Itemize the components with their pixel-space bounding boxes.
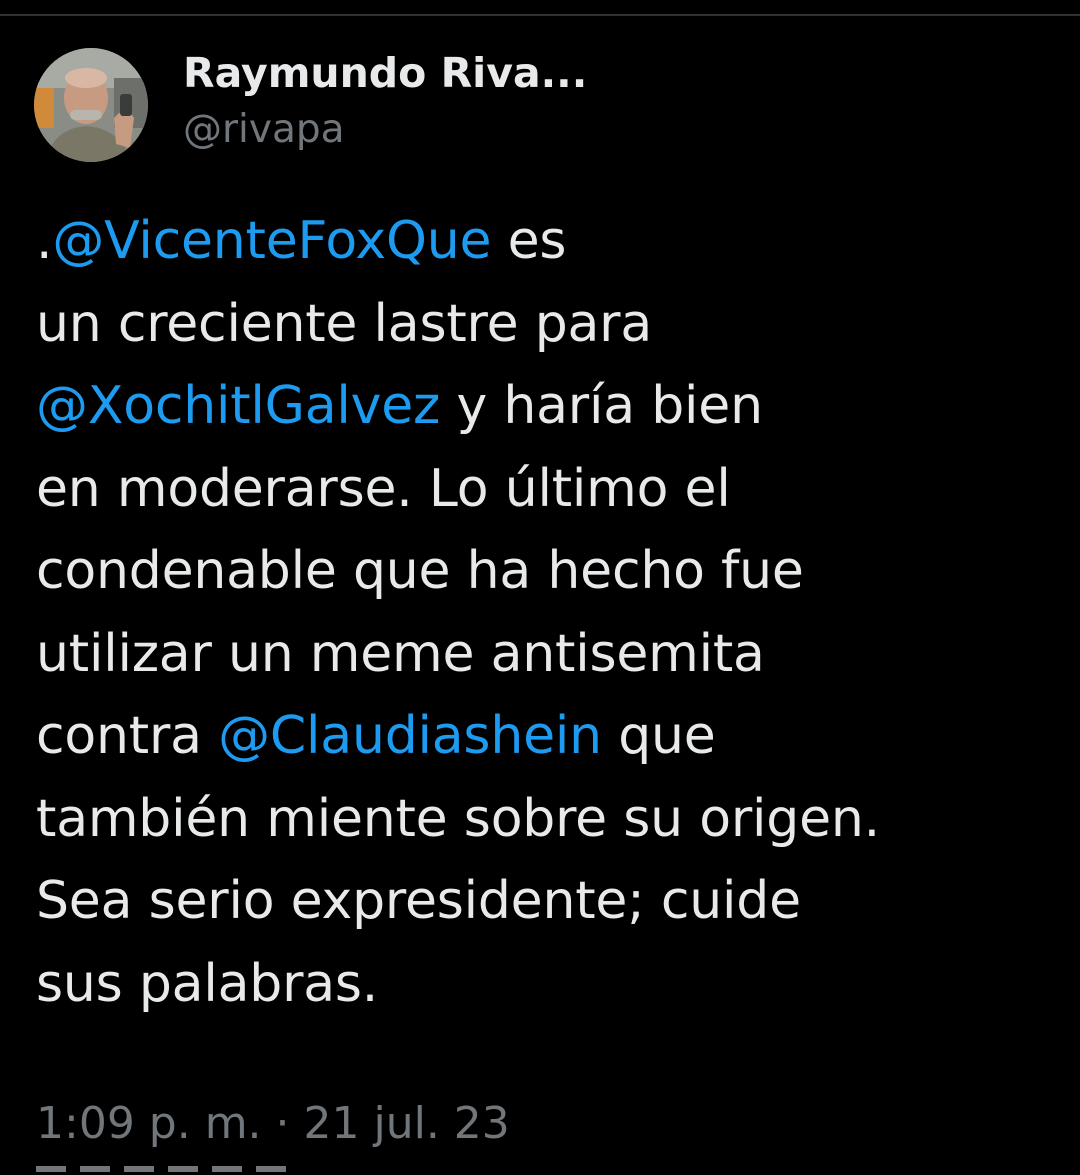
tweet-text-segment: es <box>491 211 567 271</box>
tweet-text-segment: . <box>36 211 53 271</box>
tweet-line: sus palabras. <box>36 943 1056 1026</box>
tweet-text-segment: en moderarse. Lo último el <box>36 458 731 519</box>
avatar[interactable] <box>34 48 148 162</box>
tweet-text-segment: un creciente lastre para <box>36 293 653 354</box>
author-info: Raymundo Riva... @rivapa <box>183 48 587 152</box>
tweet-text-segment: Sea serio expresidente; cuide <box>36 871 801 931</box>
tweet-line: en moderarse. Lo último el <box>36 448 1056 531</box>
user-handle[interactable]: @rivapa <box>183 108 587 152</box>
profile-photo-icon <box>34 48 148 162</box>
tweet-text-segment: también miente sobre su origen. <box>36 788 880 849</box>
tweet-text-segment: condenable que ha hecho fue <box>36 541 804 601</box>
tweet-text-segment: que <box>601 706 716 766</box>
tweet-line: también miente sobre su origen. <box>36 778 1056 861</box>
mention-link[interactable]: @Claudiashein <box>218 706 602 766</box>
tweet-line: Sea serio expresidente; cuide <box>36 860 1056 943</box>
tweet-timestamp[interactable]: 1:09 p. m. · 21 jul. 23 <box>36 1096 510 1152</box>
tweet-text-segment: y haría bien <box>440 376 763 436</box>
tweet-text-segment: utilizar un meme antisemita <box>36 623 765 684</box>
tweet-line: condenable que ha hecho fue <box>36 530 1056 613</box>
display-name[interactable]: Raymundo Riva... <box>183 50 587 96</box>
mention-link[interactable]: @XochitlGalvez <box>36 376 440 436</box>
tweet-line: utilizar un meme antisemita <box>36 613 1056 696</box>
tweet-line: contra @Claudiashein que <box>36 695 1056 778</box>
tweet-header: Raymundo Riva... @rivapa <box>34 48 587 162</box>
tweet-line: .@VicenteFoxQue es <box>36 200 1056 283</box>
tweet-line: un creciente lastre para <box>36 283 1056 366</box>
mention-link[interactable]: @VicenteFoxQue <box>52 211 491 271</box>
tweet-text: .@VicenteFoxQue es un creciente lastre pa… <box>36 200 1056 1025</box>
tweet-text-segment: sus palabras. <box>36 953 379 1014</box>
views-row-cutoff <box>36 1162 336 1175</box>
tweet-line: @XochitlGalvez y haría bien <box>36 365 1056 448</box>
tweet-text-segment: contra <box>36 706 219 766</box>
top-divider <box>0 14 1080 16</box>
